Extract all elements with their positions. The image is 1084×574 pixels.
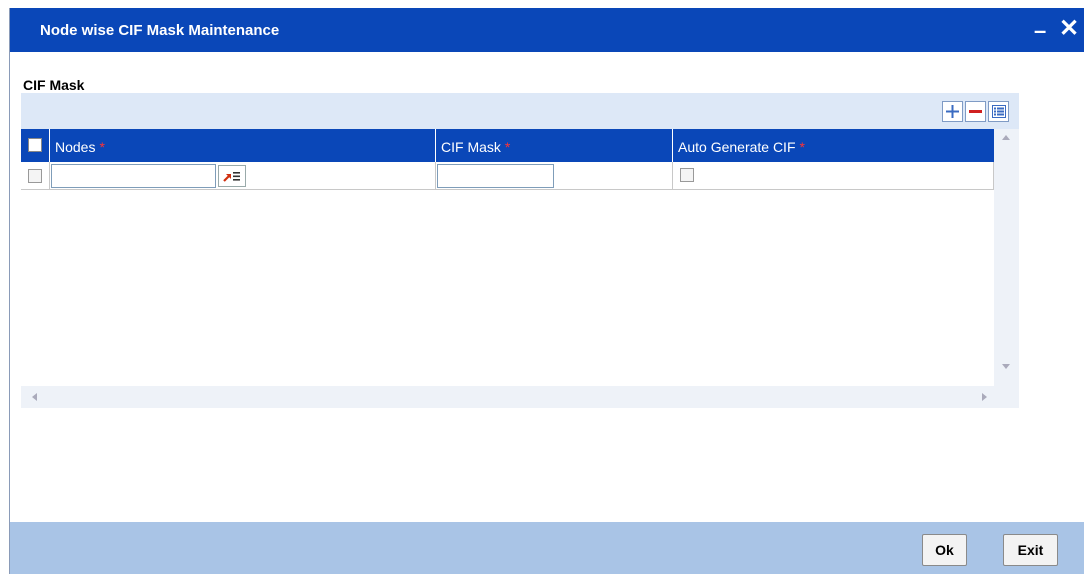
nodes-input[interactable] xyxy=(51,164,216,188)
close-button[interactable]: ✕ xyxy=(1059,14,1079,43)
scroll-left-arrow-icon[interactable] xyxy=(32,393,37,401)
cif-mask-input[interactable] xyxy=(437,164,554,188)
row-select-checkbox[interactable] xyxy=(28,169,42,183)
row-select-cell xyxy=(21,162,50,190)
vertical-scrollbar[interactable] xyxy=(994,129,1019,386)
minimize-button[interactable]: – xyxy=(1034,18,1046,44)
column-label-cif-mask: CIF Mask xyxy=(441,139,501,155)
column-header-auto-generate-cif: Auto Generate CIF * xyxy=(673,129,994,162)
table-row xyxy=(21,162,994,190)
exit-button[interactable]: Exit xyxy=(1003,534,1058,566)
title-bar: Node wise CIF Mask Maintenance – ✕ xyxy=(10,8,1084,52)
header-select-all-cell xyxy=(21,129,50,162)
list-of-values-icon xyxy=(223,172,240,182)
horizontal-scrollbar[interactable] xyxy=(21,386,1019,408)
delete-row-button[interactable] xyxy=(965,101,986,122)
list-icon xyxy=(991,105,1006,118)
column-label-nodes: Nodes xyxy=(55,139,96,155)
column-header-cif-mask: CIF Mask * xyxy=(436,129,673,162)
select-all-checkbox[interactable] xyxy=(28,138,42,152)
grid-table: Nodes * CIF Mask * Auto Generate CIF * xyxy=(21,129,994,386)
cif-mask-window: Node wise CIF Mask Maintenance – ✕ CIF M… xyxy=(9,8,1084,574)
grid-toolbar xyxy=(942,101,1009,122)
window-title: Node wise CIF Mask Maintenance xyxy=(40,22,280,39)
column-header-nodes: Nodes * xyxy=(50,129,436,162)
required-marker: * xyxy=(504,139,511,155)
grid-body: Nodes * CIF Mask * Auto Generate CIF * xyxy=(21,129,1019,386)
plus-icon xyxy=(946,105,959,118)
add-row-button[interactable] xyxy=(942,101,963,122)
scroll-down-arrow-icon[interactable] xyxy=(1002,364,1010,369)
ok-button[interactable]: Ok xyxy=(922,534,967,566)
required-marker: * xyxy=(799,139,805,155)
required-marker: * xyxy=(99,139,105,155)
single-view-button[interactable] xyxy=(988,101,1009,122)
column-label-auto-generate-cif: Auto Generate CIF xyxy=(678,139,796,155)
scroll-up-arrow-icon[interactable] xyxy=(1002,135,1010,140)
grid-header: Nodes * CIF Mask * Auto Generate CIF * xyxy=(21,129,994,162)
scroll-right-arrow-icon[interactable] xyxy=(982,393,987,401)
cif-mask-cell xyxy=(436,162,673,190)
minus-icon xyxy=(969,110,982,113)
footer-bar: Ok Exit xyxy=(10,522,1084,574)
section-title: CIF Mask xyxy=(23,77,85,93)
auto-generate-cif-cell xyxy=(673,162,994,190)
nodes-lookup-button[interactable] xyxy=(218,165,246,187)
nodes-cell xyxy=(50,162,436,190)
cif-mask-grid-panel: Nodes * CIF Mask * Auto Generate CIF * xyxy=(21,93,1019,408)
auto-generate-cif-checkbox[interactable] xyxy=(680,168,694,182)
